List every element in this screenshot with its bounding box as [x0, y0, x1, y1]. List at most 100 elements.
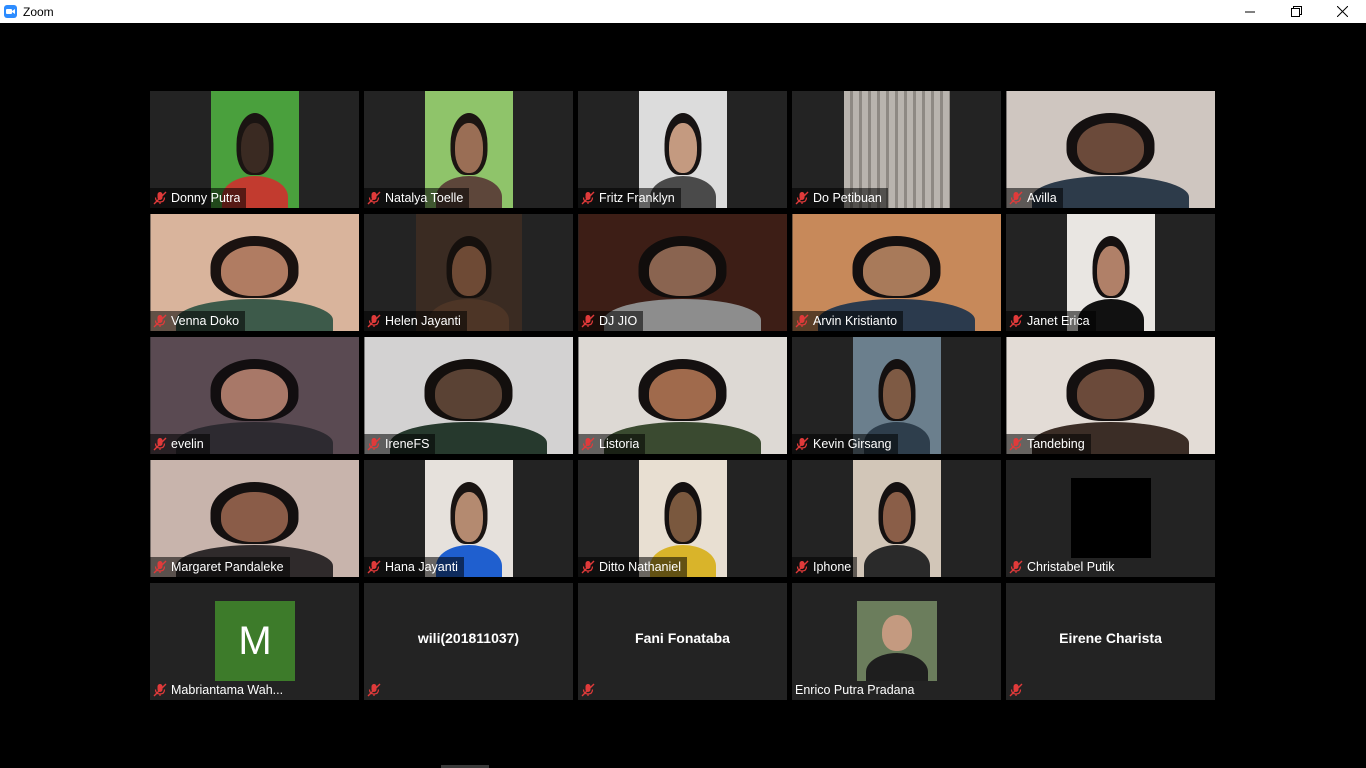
participant-name: Avilla — [1027, 191, 1057, 205]
participant-name: Margaret Pandaleke — [171, 560, 284, 574]
muted-mic-icon — [367, 683, 385, 697]
participant-name-bar — [1006, 680, 1033, 700]
participant-tile[interactable]: evelin — [150, 337, 359, 454]
participant-face — [221, 369, 288, 419]
minimize-icon — [1245, 11, 1255, 12]
title-bar: Zoom — [0, 0, 1366, 23]
participant-name: Ditto Nathaniel — [599, 560, 681, 574]
participant-tile[interactable]: Christabel Putik — [1006, 460, 1215, 577]
participant-tile[interactable]: Do Petibuan — [792, 91, 1001, 208]
participant-tile[interactable]: Arvin Kristianto — [792, 214, 1001, 331]
participant-name-bar: Iphone — [792, 557, 858, 577]
muted-mic-icon — [581, 437, 599, 451]
participant-name-bar: Do Petibuan — [792, 188, 888, 208]
muted-mic-icon — [367, 437, 385, 451]
participant-face — [882, 492, 911, 542]
participant-tile[interactable]: Margaret Pandaleke — [150, 460, 359, 577]
participant-face — [435, 369, 502, 419]
participant-tile[interactable]: Avilla — [1006, 91, 1215, 208]
participant-tile[interactable]: IreneFS — [364, 337, 573, 454]
participant-name: Fritz Franklyn — [599, 191, 675, 205]
participant-face — [649, 369, 716, 419]
participant-face — [649, 246, 716, 296]
participant-name: Kevin Girsang — [813, 437, 892, 451]
participant-video — [852, 460, 941, 577]
participant-name-bar: Enrico Putra Pradana — [792, 680, 921, 700]
profile-photo — [857, 601, 937, 681]
close-button[interactable] — [1319, 0, 1365, 23]
zoom-app-icon — [4, 5, 17, 18]
participant-body — [863, 545, 930, 577]
participant-tile[interactable]: M Mabriantama Wah... — [150, 583, 359, 700]
muted-mic-icon — [581, 191, 599, 205]
participant-name: Arvin Kristianto — [813, 314, 898, 328]
participant-tile[interactable]: Enrico Putra Pradana — [792, 583, 1001, 700]
participant-name: Janet Erica — [1027, 314, 1090, 328]
participant-name: Iphone — [813, 560, 852, 574]
participant-tile[interactable]: Hana Jayanti — [364, 460, 573, 577]
participant-face — [451, 246, 486, 296]
participant-name: Enrico Putra Pradana — [795, 683, 915, 697]
participant-name-bar: Hana Jayanti — [364, 557, 464, 577]
participant-tile[interactable]: Natalya Toelle — [364, 91, 573, 208]
participant-name-bar: Fritz Franklyn — [578, 188, 681, 208]
participant-tile[interactable]: Venna Doko — [150, 214, 359, 331]
participant-face — [221, 246, 288, 296]
participant-name-bar: Margaret Pandaleke — [150, 557, 290, 577]
participant-face — [221, 492, 288, 542]
participant-name-bar: Natalya Toelle — [364, 188, 470, 208]
participant-name-bar: Helen Jayanti — [364, 311, 467, 331]
participant-face — [882, 615, 912, 651]
muted-mic-icon — [1009, 683, 1027, 697]
participant-name-bar: Venna Doko — [150, 311, 246, 331]
participant-tile[interactable]: Ditto Nathaniel — [578, 460, 787, 577]
restore-button[interactable] — [1273, 0, 1319, 23]
participant-name: Mabriantama Wah... — [171, 683, 284, 697]
minimize-button[interactable] — [1227, 0, 1273, 23]
participant-face — [240, 123, 269, 173]
participant-name: Helen Jayanti — [385, 314, 461, 328]
muted-mic-icon — [153, 191, 171, 205]
participant-name: Tandebing — [1027, 437, 1085, 451]
participant-name-bar: Donny Putra — [150, 188, 247, 208]
muted-mic-icon — [153, 314, 171, 328]
participant-tile[interactable]: Fritz Franklyn — [578, 91, 787, 208]
muted-mic-icon — [581, 683, 599, 697]
participant-name-bar: Janet Erica — [1006, 311, 1096, 331]
participant-face — [1077, 369, 1144, 419]
restore-icon — [1290, 6, 1302, 17]
participant-name-bar: DJ JIO — [578, 311, 644, 331]
participant-tile[interactable]: Listoria — [578, 337, 787, 454]
participant-tile[interactable]: Kevin Girsang — [792, 337, 1001, 454]
participant-name-bar: Listoria — [578, 434, 646, 454]
participant-name-bar: Kevin Girsang — [792, 434, 898, 454]
muted-mic-icon — [581, 314, 599, 328]
muted-mic-icon — [367, 314, 385, 328]
muted-mic-icon — [1009, 314, 1027, 328]
participant-face — [863, 246, 930, 296]
participant-tile[interactable]: DJ JIO — [578, 214, 787, 331]
participant-name: IreneFS — [385, 437, 430, 451]
participant-video-black — [1071, 478, 1151, 558]
participant-name: Listoria — [599, 437, 640, 451]
participant-tile[interactable]: Helen Jayanti — [364, 214, 573, 331]
participant-tile[interactable]: Janet Erica — [1006, 214, 1215, 331]
participant-display-name: Fani Fonataba — [635, 630, 730, 646]
participant-tile[interactable]: Iphone — [792, 460, 1001, 577]
participant-tile[interactable]: Fani Fonataba — [578, 583, 787, 700]
participant-face — [668, 492, 697, 542]
participant-tile[interactable]: Donny Putra — [150, 91, 359, 208]
participant-display-name: Eirene Charista — [1059, 630, 1162, 646]
participant-name: Christabel Putik — [1027, 560, 1115, 574]
participant-name-bar: Christabel Putik — [1006, 557, 1121, 577]
muted-mic-icon — [795, 314, 813, 328]
gallery-view: Donny Putra Natalya Toelle Fritz Franklyn D… — [150, 91, 1215, 700]
avatar: M — [215, 601, 295, 681]
participant-name-bar: evelin — [150, 434, 210, 454]
participant-tile[interactable]: wili(201811037) — [364, 583, 573, 700]
participant-tile[interactable]: Tandebing — [1006, 337, 1215, 454]
participant-tile[interactable]: Eirene Charista — [1006, 583, 1215, 700]
participant-name: DJ JIO — [599, 314, 638, 328]
participant-face — [882, 369, 911, 419]
muted-mic-icon — [153, 683, 171, 697]
